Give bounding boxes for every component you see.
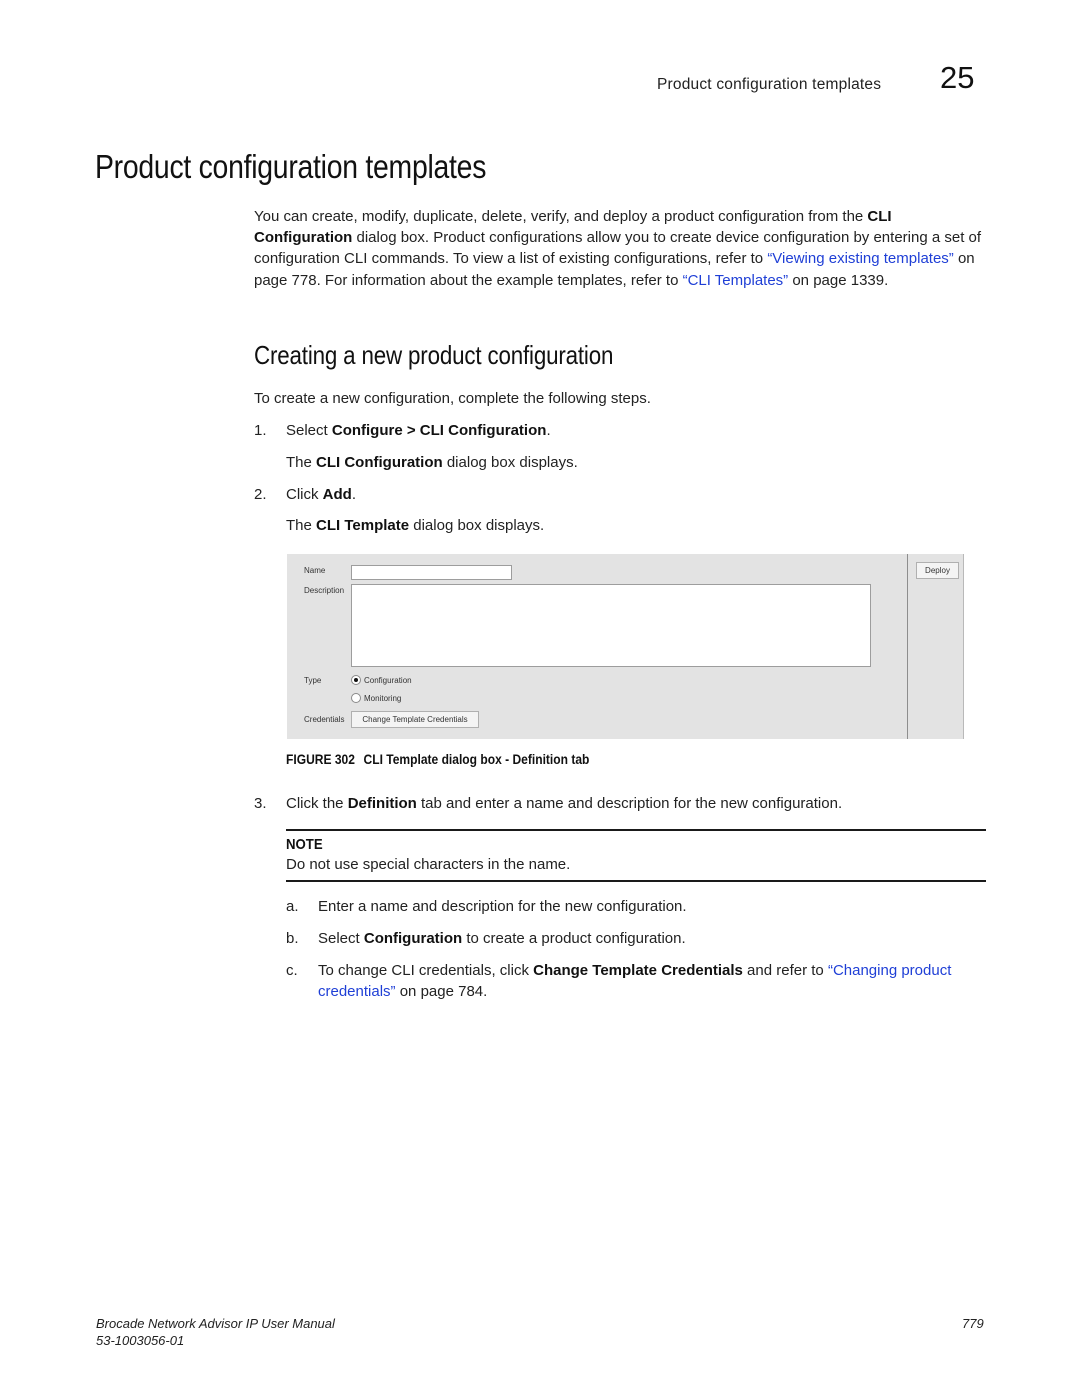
name-label: Name <box>304 566 326 575</box>
radio-configuration-label: Configuration <box>364 676 412 685</box>
section-lead: To create a new configuration, complete … <box>254 390 651 407</box>
note-top-rule <box>286 829 986 831</box>
intro-text: on page 1339. <box>788 271 889 289</box>
figure-caption: FIGURE 302 CLI Template dialog box - Defi… <box>286 751 589 767</box>
footer-doc-number: 53-1003056-01 <box>96 1333 185 1348</box>
radio-selected-icon[interactable] <box>351 675 361 685</box>
note-heading: NOTE <box>286 836 323 853</box>
panel-divider <box>907 554 908 739</box>
substep-text: Select Configuration to create a product… <box>318 930 686 947</box>
substep-letter: c. <box>286 962 298 979</box>
figure-caption-text: CLI Template dialog box - Definition tab <box>363 751 590 767</box>
change-template-credentials-button[interactable]: Change Template Credentials <box>351 711 479 728</box>
step-result: The CLI Configuration dialog box display… <box>286 454 578 471</box>
chapter-number: 25 <box>940 60 975 95</box>
type-label: Type <box>304 676 322 685</box>
cli-template-dialog: Name Description Type Configuration Moni… <box>287 554 964 739</box>
step-text: Select Configure > CLI Configuration. <box>286 422 551 439</box>
step-number: 1. <box>254 422 267 439</box>
note-text: Do not use special characters in the nam… <box>286 856 571 873</box>
running-header-title: Product configuration templates <box>657 76 882 93</box>
description-label: Description <box>304 586 345 595</box>
radio-monitoring-label: Monitoring <box>364 694 402 703</box>
step-result: The CLI Template dialog box displays. <box>286 517 545 534</box>
intro-text: You can create, modify, duplicate, delet… <box>254 208 868 225</box>
intro-paragraph: You can create, modify, duplicate, delet… <box>254 206 989 291</box>
step-number: 3. <box>254 795 267 812</box>
note-bottom-rule <box>286 880 986 882</box>
step-text: Click the Definition tab and enter a nam… <box>286 795 843 812</box>
step-number: 2. <box>254 486 267 503</box>
substep-text: To change CLI credentials, click Change … <box>318 962 952 1000</box>
substep-letter: a. <box>286 898 299 915</box>
description-textarea[interactable] <box>351 584 871 667</box>
footer-manual-title: Brocade Network Advisor IP User Manual <box>96 1316 335 1331</box>
step-text: Click Add. <box>286 486 357 503</box>
substep-letter: b. <box>286 930 299 947</box>
page-title: Product configuration templates <box>95 148 487 185</box>
radio-unselected-icon[interactable] <box>351 693 361 703</box>
name-input[interactable] <box>351 565 512 580</box>
credentials-label: Credentials <box>304 715 345 724</box>
footer-page-number: 779 <box>962 1316 984 1331</box>
link-viewing-existing-templates[interactable]: “Viewing existing templates” <box>767 250 953 267</box>
figure-label: FIGURE 302 <box>286 751 355 767</box>
section-heading: Creating a new product configuration <box>254 340 614 370</box>
substep-text: Enter a name and description for the new… <box>318 898 687 915</box>
link-cli-templates[interactable]: “CLI Templates” <box>683 272 789 289</box>
deploy-button[interactable]: Deploy <box>916 562 959 579</box>
